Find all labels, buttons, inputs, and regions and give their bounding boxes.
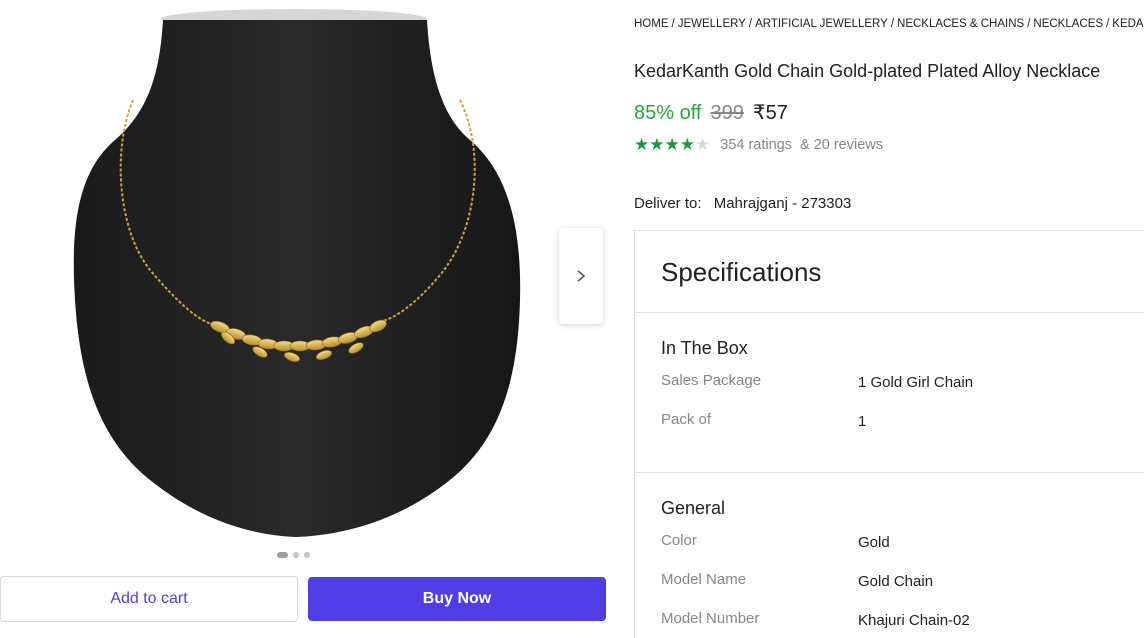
star-rating[interactable]: ★ ★ ★ ★ ★ [634,136,710,153]
necklace-on-bust-image [73,9,521,537]
carousel-dot-2[interactable] [293,552,299,558]
product-details: HOME / JEWELLERY / ARTIFICIAL JEWELLERY / NECK… [634,0,1144,638]
spec-value: Gold Chain [858,573,934,590]
reviews-count[interactable]: & 20 reviews [800,137,883,153]
spec-row: Color Gold [661,524,1144,563]
star-icon: ★ [679,135,695,154]
add-to-cart-button[interactable]: Add to cart [0,576,298,622]
specifications-panel: Specifications In The Box Sales Package … [634,230,1144,638]
spec-row: Model Name Gold Chain [661,563,1144,602]
carousel-dot-3[interactable] [304,552,310,558]
carousel-dot-1[interactable] [277,552,288,558]
spec-label: Sales Package [661,372,762,389]
ratings-count[interactable]: 354 ratings [720,137,792,153]
selling-price: ₹57 [752,102,788,124]
product-title: KedarKanth Gold Chain Gold-plated Plated… [634,61,1101,81]
star-empty-icon: ★ [695,135,711,154]
spec-section-title: General [661,498,726,518]
breadcrumb-home[interactable]: HOME [634,18,669,30]
product-image[interactable] [0,0,620,545]
original-price: 399 [710,102,744,124]
breadcrumb-necklaces-chains[interactable]: NECKLACES & CHAINS [897,18,1024,30]
spec-label: Model Name [661,571,747,588]
breadcrumb-jewellery[interactable]: JEWELLERY [678,18,746,30]
delivery-location[interactable]: Deliver to: Mahrajganj - 273303 [634,195,851,212]
star-icon: ★ [634,135,650,154]
chevron-right-icon [577,270,586,282]
spec-section-in-the-box: In The Box Sales Package 1 Gold Girl Cha… [635,313,1144,473]
spec-label: Model Number [661,610,760,627]
spec-value: 1 Gold Girl Chain [858,374,974,391]
spec-section-title: In The Box [661,338,748,358]
rating-row: ★ ★ ★ ★ ★ 354 ratings & 20 reviews [634,136,883,153]
breadcrumb-necklaces[interactable]: NECKLACES [1033,18,1103,30]
spec-row: Pack of 1 [661,403,1144,442]
star-icon: ★ [664,135,680,154]
buy-now-button[interactable]: Buy Now [308,577,606,621]
breadcrumb-artificial-jewellery[interactable]: ARTIFICIAL JEWELLERY [755,18,888,30]
specifications-heading: Specifications [635,231,1144,313]
delivery-pincode: Mahrajganj - 273303 [713,195,852,212]
deliver-to-label: Deliver to: [634,195,702,212]
action-buttons: Add to cart Buy Now [0,576,620,622]
product-gallery: Add to cart Buy Now [0,0,620,638]
spec-value: Khajuri Chain-02 [858,612,970,629]
spec-section-general: General Color Gold Model Name Gold Chain… [635,473,1144,638]
price-row: 85% off 399 ₹57 [634,100,788,125]
spec-row: Sales Package 1 Gold Girl Chain [661,364,1144,403]
spec-row: Model Number Khajuri Chain-02 [661,602,1144,638]
carousel-dots [277,552,310,558]
spec-label: Pack of [661,411,712,428]
spec-value: Gold [858,534,890,551]
breadcrumb: HOME / JEWELLERY / ARTIFICIAL JEWELLERY / NECK… [634,18,1144,30]
next-image-button[interactable] [559,228,603,324]
breadcrumb-current[interactable]: KEDARKA [1112,18,1144,30]
spec-label: Color [661,532,697,549]
discount-percent: 85% off [634,102,702,124]
spec-value: 1 [858,413,867,430]
star-icon: ★ [649,135,665,154]
